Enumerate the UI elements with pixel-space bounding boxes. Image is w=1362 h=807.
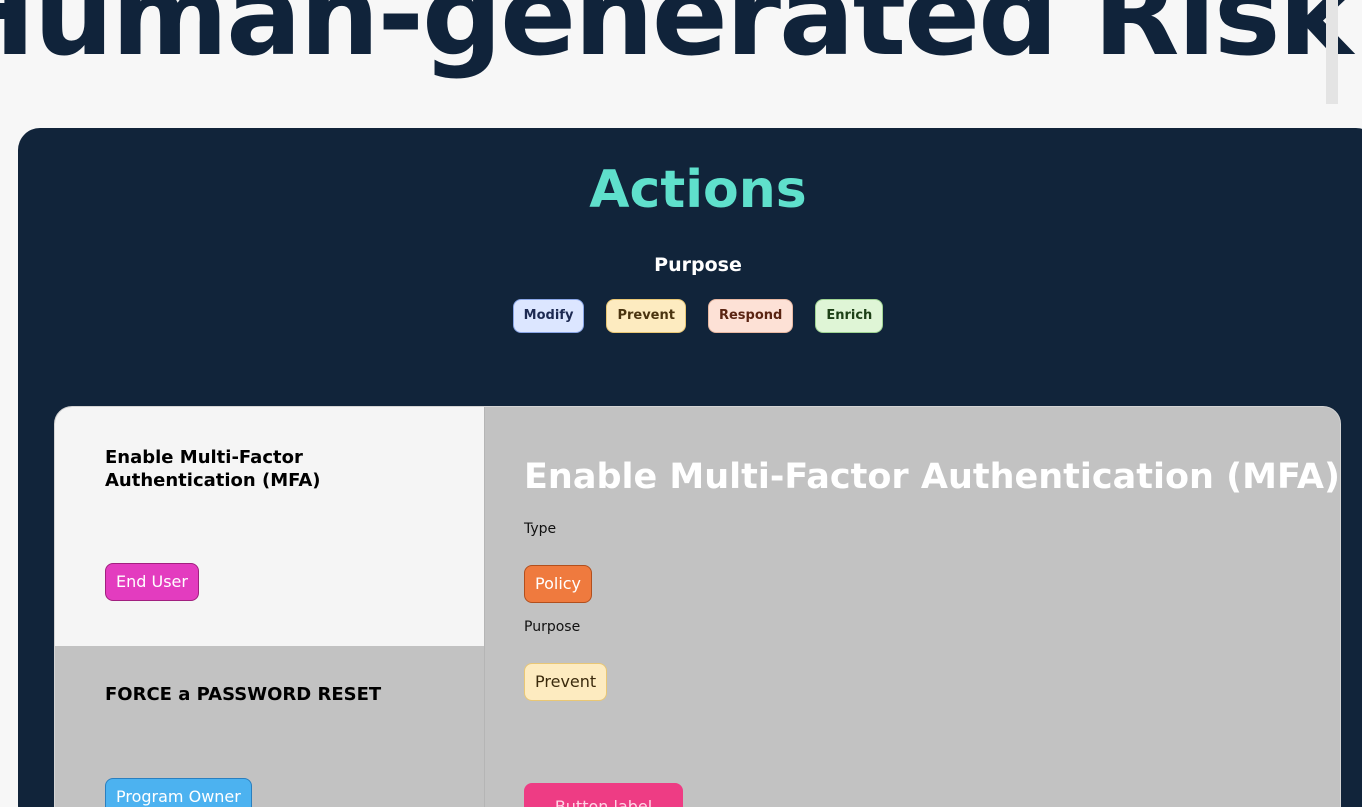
action-button[interactable]: Button label xyxy=(524,783,683,807)
purpose-label: Purpose xyxy=(524,619,581,635)
legend-chip-modify[interactable]: Modify xyxy=(512,299,585,333)
role-tag: Program Owner xyxy=(105,778,252,807)
action-list: Enable Multi-Factor Authentication (MFA)… xyxy=(55,407,484,807)
scrollbar[interactable] xyxy=(1326,0,1338,104)
type-label: Type xyxy=(524,521,557,537)
purpose-legend: Modify Prevent Respond Enrich xyxy=(0,299,1362,333)
list-item[interactable]: FORCE a PASSWORD RESET Program Owner xyxy=(55,646,484,807)
legend-chip-prevent[interactable]: Prevent xyxy=(606,299,686,333)
role-tag: End User xyxy=(105,563,199,601)
list-item[interactable]: Enable Multi-Factor Authentication (MFA)… xyxy=(55,407,484,646)
list-item-title: Enable Multi-Factor Authentication (MFA) xyxy=(105,447,321,491)
detail-title: Enable Multi-Factor Authentication (MFA) xyxy=(524,457,1340,497)
actions-card: Enable Multi-Factor Authentication (MFA)… xyxy=(54,406,1341,807)
actions-title: Actions xyxy=(589,160,807,220)
legend-chip-respond[interactable]: Respond xyxy=(707,299,794,333)
detail-pane: Enable Multi-Factor Authentication (MFA)… xyxy=(484,407,1340,807)
hero-heading: Human-generated Risk xyxy=(0,0,1353,81)
list-item-title: FORCE a PASSWORD RESET xyxy=(105,684,382,705)
type-tag: Policy xyxy=(524,565,593,603)
purpose-tag: Prevent xyxy=(524,663,608,701)
legend-chip-enrich[interactable]: Enrich xyxy=(815,299,884,333)
purpose-heading: Purpose xyxy=(654,254,742,276)
